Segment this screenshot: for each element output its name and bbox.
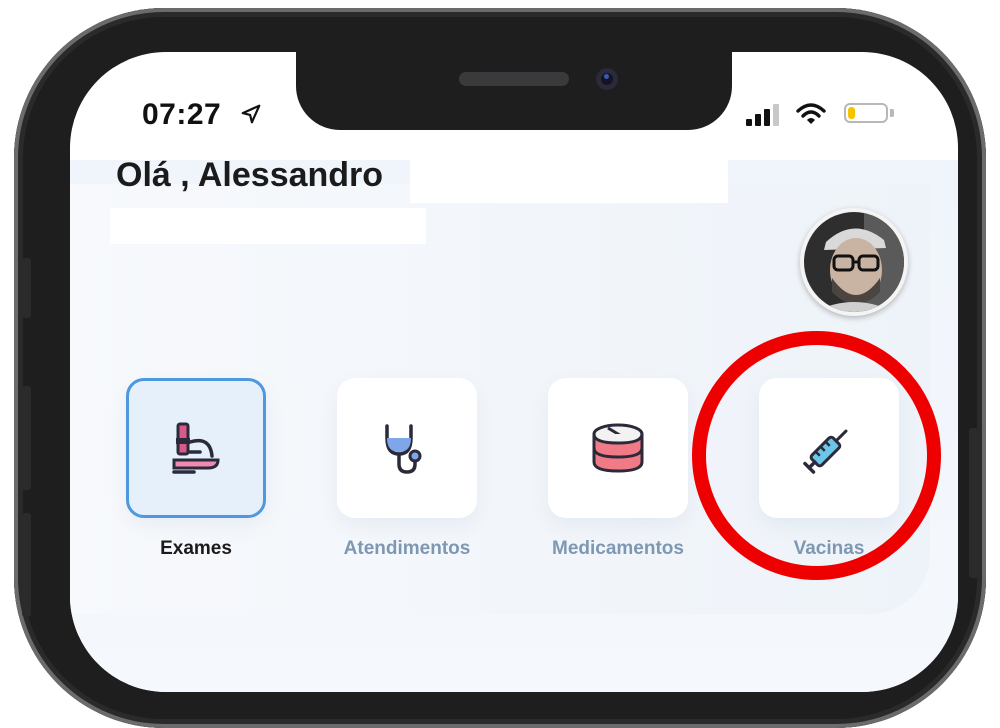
camera-notch <box>296 52 732 130</box>
earpiece-speaker <box>459 72 569 86</box>
profile-photo <box>804 212 904 312</box>
wifi-icon <box>796 103 826 124</box>
status-time: 07:27 <box>142 98 222 131</box>
battery-low-icon <box>844 103 888 123</box>
mute-switch <box>22 258 31 318</box>
volume-up-button <box>22 386 31 490</box>
location-arrow-icon <box>241 104 261 124</box>
exames-label[interactable]: Exames <box>106 538 286 560</box>
front-camera <box>596 68 618 90</box>
user-avatar[interactable] <box>800 208 908 316</box>
exames-button[interactable] <box>126 378 266 518</box>
highlight-circle-annotation <box>692 331 941 580</box>
cellular-signal-icon <box>746 104 779 126</box>
atendimentos-button[interactable] <box>337 378 477 518</box>
battery-tip <box>890 109 894 117</box>
stethoscope-icon <box>385 424 422 474</box>
microscope-icon <box>172 422 220 474</box>
pill-icon <box>592 423 644 473</box>
battery-level-fill <box>848 107 855 119</box>
atendimentos-label[interactable]: Atendimentos <box>317 538 497 560</box>
redacted-name-block <box>410 159 728 203</box>
redacted-subtitle-block <box>110 208 426 244</box>
greeting-text: Olá , Alessandro <box>116 156 384 194</box>
medicamentos-label[interactable]: Medicamentos <box>528 538 708 560</box>
volume-down-button <box>22 513 31 617</box>
power-button <box>969 428 978 578</box>
medicamentos-button[interactable] <box>548 378 688 518</box>
